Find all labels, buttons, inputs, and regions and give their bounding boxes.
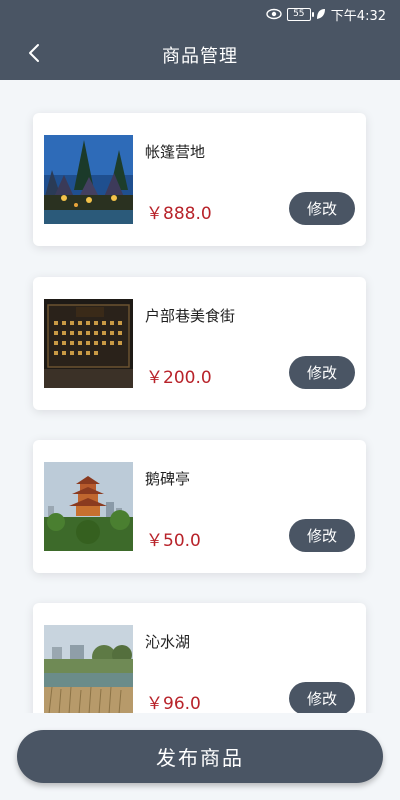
food-street-sign-photo (44, 299, 133, 388)
edit-button[interactable]: 修改 (289, 192, 355, 225)
product-price: ￥888.0 (146, 204, 212, 224)
product-price: ￥200.0 (146, 368, 212, 388)
status-bar: 55 下午4:32 (266, 6, 386, 24)
app-header: 55 下午4:32 商品管理 (0, 0, 400, 80)
product-name: 沁水湖 (145, 633, 191, 651)
edit-button[interactable]: 修改 (289, 356, 355, 389)
product-list[interactable]: 帐篷营地 ￥888.0 修改 户部巷美食街 ￥200.0 修改 鹅碑亭 ￥50.… (0, 80, 400, 713)
leaf-icon (316, 9, 325, 19)
product-name: 鹅碑亭 (145, 470, 191, 488)
battery-level: 55 (293, 8, 305, 19)
edit-button[interactable]: 修改 (289, 519, 355, 552)
battery-icon: 55 (286, 7, 314, 21)
product-price: ￥96.0 (146, 694, 201, 713)
edit-button[interactable]: 修改 (289, 682, 355, 713)
status-time: 下午4:32 (330, 8, 386, 24)
lake-photo (44, 625, 133, 713)
eye-icon (266, 8, 282, 20)
publish-product-button[interactable]: 发布商品 (17, 730, 383, 783)
product-card: 鹅碑亭 ￥50.0 修改 (33, 440, 366, 573)
product-price: ￥50.0 (146, 531, 201, 551)
product-name: 户部巷美食街 (145, 307, 236, 325)
product-card: 户部巷美食街 ￥200.0 修改 (33, 277, 366, 410)
product-card: 沁水湖 ￥96.0 修改 (33, 603, 366, 713)
tent-camp-photo (44, 135, 133, 224)
page-title: 商品管理 (162, 46, 238, 67)
product-card: 帐篷营地 ￥888.0 修改 (33, 113, 366, 246)
pagoda-tower-photo (44, 462, 133, 551)
product-name: 帐篷营地 (145, 143, 206, 161)
